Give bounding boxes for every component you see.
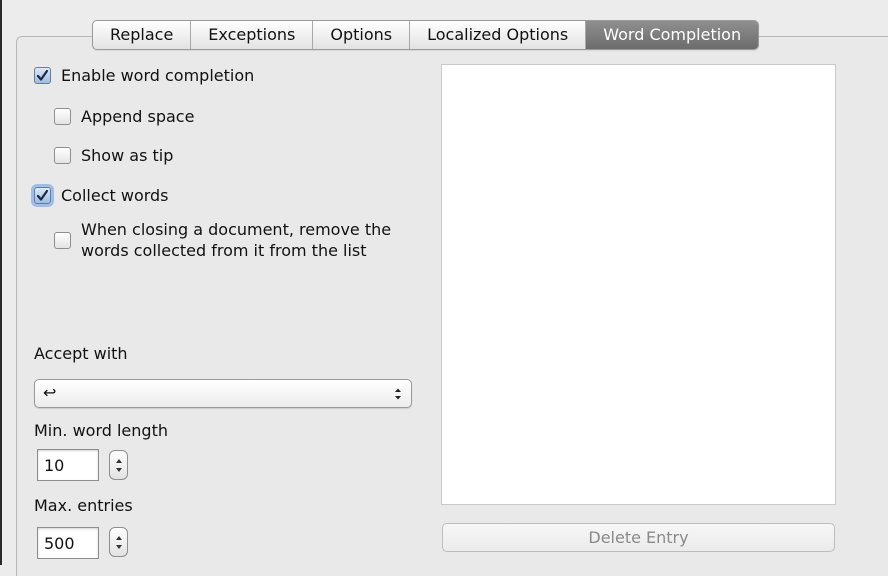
stepper-arrows-icon (116, 536, 122, 549)
word-list[interactable] (441, 64, 836, 505)
show-as-tip-row[interactable]: Show as tip (54, 146, 173, 165)
tab-localized-options[interactable]: Localized Options (410, 21, 587, 49)
collect-words-checkbox[interactable] (34, 187, 51, 204)
tab-bar: Replace Exceptions Options Localized Opt… (92, 20, 760, 50)
enable-word-completion-label: Enable word completion (61, 66, 255, 85)
enable-word-completion-checkbox[interactable] (34, 67, 51, 84)
tab-options[interactable]: Options (313, 21, 411, 49)
remove-on-close-row[interactable]: When closing a document, remove the word… (54, 219, 411, 261)
remove-on-close-checkbox[interactable] (54, 231, 71, 249)
append-space-checkbox[interactable] (54, 108, 71, 125)
accept-with-label: Accept with (34, 344, 128, 363)
show-as-tip-label: Show as tip (81, 146, 174, 165)
tab-word-completion[interactable]: Word Completion (586, 21, 759, 49)
collect-words-label: Collect words (61, 186, 169, 205)
append-space-row[interactable]: Append space (54, 107, 194, 126)
max-entries-stepper[interactable] (109, 527, 128, 557)
collect-words-row[interactable]: Collect words (34, 186, 169, 205)
min-word-length-label: Min. word length (34, 421, 168, 440)
max-entries-field[interactable]: 500 (37, 527, 99, 559)
delete-entry-button[interactable]: Delete Entry (442, 523, 835, 552)
checkmark-icon (36, 189, 49, 201)
enable-word-completion-row[interactable]: Enable word completion (34, 66, 254, 85)
accept-with-popup[interactable]: ↩ (34, 379, 412, 408)
min-word-length-field[interactable]: 10 (37, 449, 99, 481)
append-space-label: Append space (81, 107, 195, 126)
max-entries-label: Max. entries (34, 496, 133, 515)
tab-replace[interactable]: Replace (93, 21, 192, 49)
remove-on-close-label: When closing a document, remove the word… (81, 220, 392, 260)
popup-arrows-icon (395, 388, 401, 400)
window-edge (0, 0, 2, 565)
min-word-length-stepper[interactable] (109, 450, 128, 480)
stepper-arrows-icon (116, 459, 122, 472)
show-as-tip-checkbox[interactable] (54, 147, 71, 164)
tab-exceptions[interactable]: Exceptions (191, 21, 314, 49)
checkmark-icon (36, 69, 49, 81)
accept-with-value: ↩ (43, 383, 57, 402)
